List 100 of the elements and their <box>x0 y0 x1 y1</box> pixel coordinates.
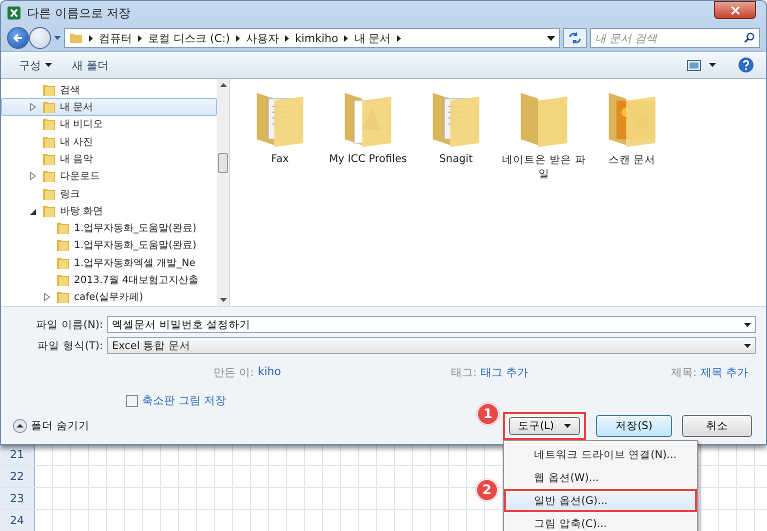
property-label: 태그: <box>451 364 477 380</box>
back-button[interactable] <box>7 27 29 49</box>
breadcrumb[interactable]: kimkiho <box>294 32 338 44</box>
refresh-button[interactable] <box>563 28 587 48</box>
folder-icon <box>42 186 56 201</box>
chevron-icon[interactable] <box>344 34 348 42</box>
hide-folders-button[interactable]: 폴더 숨기기 <box>9 419 90 433</box>
collapse-arrow-icon[interactable] <box>30 206 36 215</box>
menu-item[interactable]: 웹 옵션(W)... <box>504 466 697 489</box>
view-icon[interactable] <box>687 60 701 70</box>
breadcrumb[interactable]: 컴퓨터 <box>99 30 132 46</box>
field-label: 파일 형식(T): <box>36 338 103 352</box>
menu-item[interactable]: 그림 압축(C)... <box>504 512 697 531</box>
folder-icon <box>42 204 56 218</box>
file-name-field[interactable]: 엑셀문서 비밀번호 설정하기 <box>107 316 756 333</box>
chevron-icon[interactable] <box>236 34 240 42</box>
search-field[interactable]: 내 문서 검색 <box>590 28 760 48</box>
tree-item[interactable]: 2013.7월 4대보험고지산출 <box>1 271 217 289</box>
folder-icon <box>42 169 56 184</box>
folder-icon <box>69 31 83 45</box>
tree-item[interactable]: 내 사진 <box>1 132 217 150</box>
window-title: 다른 이름으로 저장 <box>27 4 132 22</box>
chevron-icon[interactable] <box>89 34 93 42</box>
breadcrumb[interactable]: 로컬 디스크 (C:) <box>148 30 230 46</box>
property-value[interactable]: kiho <box>258 364 281 380</box>
chevron-icon[interactable] <box>138 34 142 42</box>
folder-icon <box>56 238 70 252</box>
menu-item[interactable]: 네트워크 드라이브 연결(N)... <box>504 443 697 466</box>
cancel-button[interactable]: 취소 <box>682 415 752 437</box>
dropdown-arrow-icon[interactable] <box>709 63 716 67</box>
chevron-icon[interactable] <box>284 34 289 42</box>
tree-item[interactable]: 내 문서 <box>1 98 217 116</box>
property-value[interactable]: 태그 추가 <box>480 364 528 380</box>
chevron-icon[interactable] <box>396 34 401 42</box>
breadcrumb[interactable]: 사용자 <box>246 30 279 46</box>
tree-item[interactable]: 1.업무자동화_도움말(완료) <box>1 236 217 254</box>
menu-item[interactable]: 일반 옵션(G)... <box>504 489 697 512</box>
folder-item[interactable]: 네이트온 받은 파일 <box>502 87 586 181</box>
folder-name: 스캔 문서 <box>607 153 657 167</box>
folder-name: Fax <box>270 153 290 165</box>
tools-button[interactable]: 도구(L) <box>508 417 580 435</box>
tree-item[interactable]: 다운로드 <box>1 168 217 185</box>
forward-button[interactable] <box>29 27 51 49</box>
field-label: 파일 이름(N): <box>35 318 103 332</box>
folder-icon <box>42 134 56 149</box>
refresh-icon <box>568 32 582 44</box>
folder-icon <box>42 82 56 97</box>
property-value[interactable]: 제목 추가 <box>700 364 748 380</box>
callout-number: 1 <box>476 403 499 425</box>
breadcrumb[interactable]: 내 문서 <box>354 30 391 46</box>
scroll-down-icon[interactable] <box>220 298 226 302</box>
expand-arrow-icon[interactable] <box>44 293 50 302</box>
folder-name: 네이트온 받은 파일 <box>502 153 586 181</box>
expand-arrow-icon[interactable] <box>30 172 36 180</box>
help-icon[interactable] <box>738 57 754 73</box>
folder-icon <box>56 273 70 288</box>
folder-item[interactable]: Snagit <box>414 87 498 165</box>
folder-icon <box>42 152 56 166</box>
folder-name: My ICC Profiles <box>328 153 408 165</box>
tree-item[interactable]: 내 음악 <box>1 150 217 168</box>
excel-icon <box>7 6 21 20</box>
close-icon <box>730 6 740 14</box>
row-header[interactable]: 23 <box>0 488 35 509</box>
file-type-dropdown[interactable]: Excel 통합 문서 <box>107 337 756 354</box>
tree-item[interactable]: 검색 <box>1 81 217 98</box>
dropdown-arrow-icon[interactable] <box>547 36 555 40</box>
property-label: 제목: <box>671 364 697 380</box>
dropdown-arrow-icon <box>744 344 751 348</box>
folder-item[interactable]: 스캔 문서 <box>590 87 674 167</box>
checkbox-label[interactable]: 축소판 그림 저장 <box>142 393 226 408</box>
folder-icon <box>42 100 56 114</box>
tree-item[interactable]: 1.업무자동화엑셀 개발_Ne <box>1 254 217 272</box>
checkbox[interactable] <box>126 394 138 406</box>
tree-item[interactable]: 1.업무자동화_도움말(완료) <box>1 220 217 237</box>
folder-icon <box>56 221 70 236</box>
close-button[interactable] <box>714 1 756 19</box>
new-folder-button[interactable]: 새 폴더 <box>66 56 114 74</box>
save-button[interactable]: 저장(S) <box>596 415 672 437</box>
scroll-thumb[interactable] <box>218 152 228 172</box>
caret-icon <box>45 63 52 67</box>
folder-icon <box>56 256 70 270</box>
folder-item[interactable]: Fax <box>238 87 322 165</box>
search-icon <box>744 32 755 43</box>
arrow-left-icon <box>12 32 24 44</box>
tree-item[interactable]: 링크 <box>1 184 217 202</box>
scroll-up-icon[interactable] <box>220 83 226 87</box>
row-header[interactable]: 21 <box>0 444 35 465</box>
dropdown-arrow-icon[interactable] <box>744 323 751 327</box>
tree-item[interactable]: 바탕 화면 <box>1 202 217 220</box>
folder-item[interactable]: My ICC Profiles <box>326 87 410 165</box>
caret-icon <box>564 424 571 428</box>
organize-menu-button[interactable]: 구성 <box>13 56 58 74</box>
row-header[interactable]: 24 <box>0 510 35 531</box>
folder-name: Snagit <box>438 153 474 165</box>
row-header[interactable]: 22 <box>0 466 35 487</box>
tree-item[interactable]: cafe(실무카페) <box>1 288 217 306</box>
folder-icon <box>42 117 56 132</box>
address-bar[interactable]: 컴퓨터 로컬 디스크 (C:) 사용자 kimkiho 내 문서 <box>64 28 560 48</box>
tree-item[interactable]: 내 비디오 <box>1 116 217 133</box>
expand-arrow-icon[interactable] <box>30 102 36 111</box>
